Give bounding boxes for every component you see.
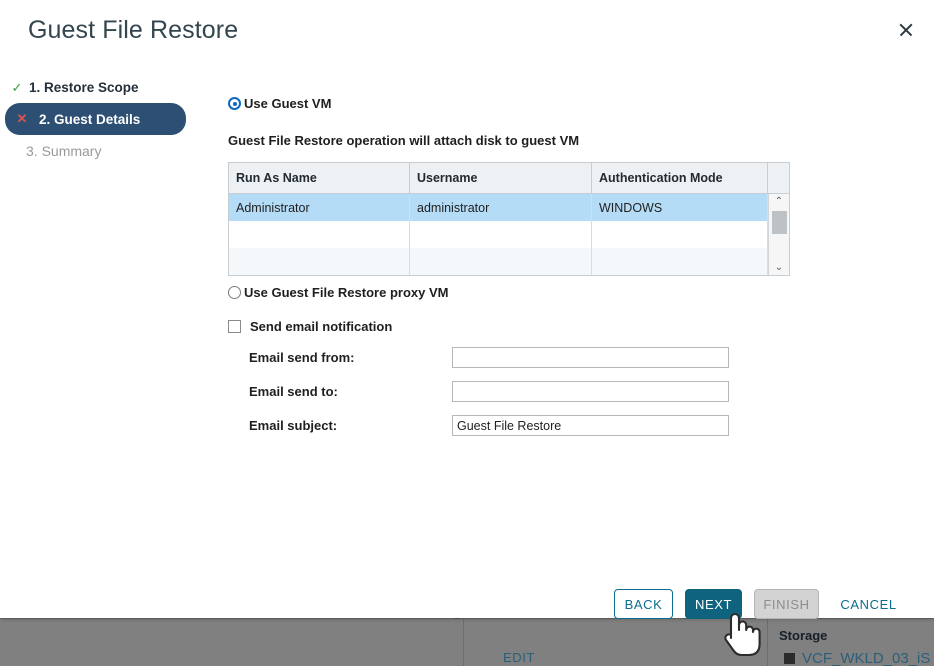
guest-file-restore-dialog: Guest File Restore ✓ 1. Restore Scope ✕ … xyxy=(0,0,934,618)
background-storage-link[interactable]: VCF_WKLD_03_iS xyxy=(802,650,930,667)
finish-button: FINISH xyxy=(754,589,819,619)
column-header-spacer xyxy=(768,163,789,193)
wizard-step-restore-scope[interactable]: ✓ 1. Restore Scope xyxy=(0,72,200,103)
radio-use-guest-vm[interactable] xyxy=(228,97,241,110)
guest-details-form: Use Guest VM Guest File Restore operatio… xyxy=(228,96,790,436)
error-x-icon: ✕ xyxy=(13,111,31,127)
datastore-icon xyxy=(784,652,795,666)
cell-username xyxy=(410,221,592,248)
email-to-input[interactable] xyxy=(452,381,729,402)
cell-run-as-name: Administrator xyxy=(229,194,410,221)
send-email-notification-label: Send email notification xyxy=(250,319,392,334)
wizard-step-summary[interactable]: 3. Summary xyxy=(0,135,200,166)
send-email-notification-checkbox[interactable] xyxy=(228,320,241,333)
background-storage-row: VCF_WKLD_03_iS xyxy=(784,650,930,667)
cell-authentication-mode xyxy=(592,248,768,275)
radio-use-proxy-vm-label: Use Guest File Restore proxy VM xyxy=(244,285,448,300)
cancel-button[interactable]: CANCEL xyxy=(831,589,906,619)
email-subject-row: Email subject: xyxy=(228,415,790,436)
cell-username xyxy=(410,248,592,275)
radio-use-proxy-vm[interactable] xyxy=(228,286,241,299)
table-body: Administrator administrator WINDOWS ⌃ xyxy=(229,194,789,275)
cell-username: administrator xyxy=(410,194,592,221)
radio-use-guest-vm-label: Use Guest VM xyxy=(244,96,331,111)
radio-use-guest-vm-row[interactable]: Use Guest VM xyxy=(228,96,790,111)
table-row[interactable] xyxy=(229,221,789,248)
table-vertical-scrollbar[interactable]: ⌃ ⌄ xyxy=(768,194,789,275)
dialog-footer: BACK NEXT FINISH CANCEL xyxy=(0,589,934,619)
cell-authentication-mode: WINDOWS xyxy=(592,194,768,221)
radio-use-proxy-vm-row[interactable]: Use Guest File Restore proxy VM xyxy=(228,285,790,300)
email-from-input[interactable] xyxy=(452,347,729,368)
email-subject-label: Email subject: xyxy=(228,418,452,433)
wizard-step-label: 3. Summary xyxy=(26,143,101,159)
email-to-row: Email send to: xyxy=(228,381,790,402)
email-to-label: Email send to: xyxy=(228,384,452,399)
background-panel-left xyxy=(2,619,464,666)
scroll-down-icon[interactable]: ⌄ xyxy=(769,260,789,275)
column-header-username[interactable]: Username xyxy=(410,163,592,193)
background-edit-link[interactable]: EDIT xyxy=(503,650,535,665)
wizard-step-label: 2. Guest Details xyxy=(39,112,140,127)
column-header-run-as-name[interactable]: Run As Name xyxy=(229,163,410,193)
cell-run-as-name xyxy=(229,248,410,275)
background-storage-heading: Storage xyxy=(779,628,827,643)
page-title: Guest File Restore xyxy=(28,16,238,45)
table-row[interactable]: Administrator administrator WINDOWS xyxy=(229,194,789,221)
close-icon[interactable] xyxy=(890,14,922,46)
column-header-authentication-mode[interactable]: Authentication Mode xyxy=(592,163,768,193)
operation-description: Guest File Restore operation will attach… xyxy=(228,133,790,148)
table-row[interactable] xyxy=(229,248,789,275)
email-subject-input[interactable] xyxy=(452,415,729,436)
table-header-row: Run As Name Username Authentication Mode xyxy=(229,163,789,194)
cell-run-as-name xyxy=(229,221,410,248)
email-from-row: Email send from: xyxy=(228,347,790,368)
next-button[interactable]: NEXT xyxy=(685,589,742,619)
wizard-steps: ✓ 1. Restore Scope ✕ 2. Guest Details 3.… xyxy=(0,72,200,166)
back-button[interactable]: BACK xyxy=(614,589,673,619)
check-icon: ✓ xyxy=(8,80,26,96)
wizard-step-guest-details[interactable]: ✕ 2. Guest Details xyxy=(5,103,186,135)
scroll-up-icon[interactable]: ⌃ xyxy=(769,194,789,209)
scrollbar-thumb[interactable] xyxy=(772,211,787,234)
cell-authentication-mode xyxy=(592,221,768,248)
send-email-notification-row[interactable]: Send email notification xyxy=(228,319,790,334)
credentials-table: Run As Name Username Authentication Mode… xyxy=(228,162,790,276)
email-from-label: Email send from: xyxy=(228,350,452,365)
wizard-step-label: 1. Restore Scope xyxy=(29,80,139,95)
